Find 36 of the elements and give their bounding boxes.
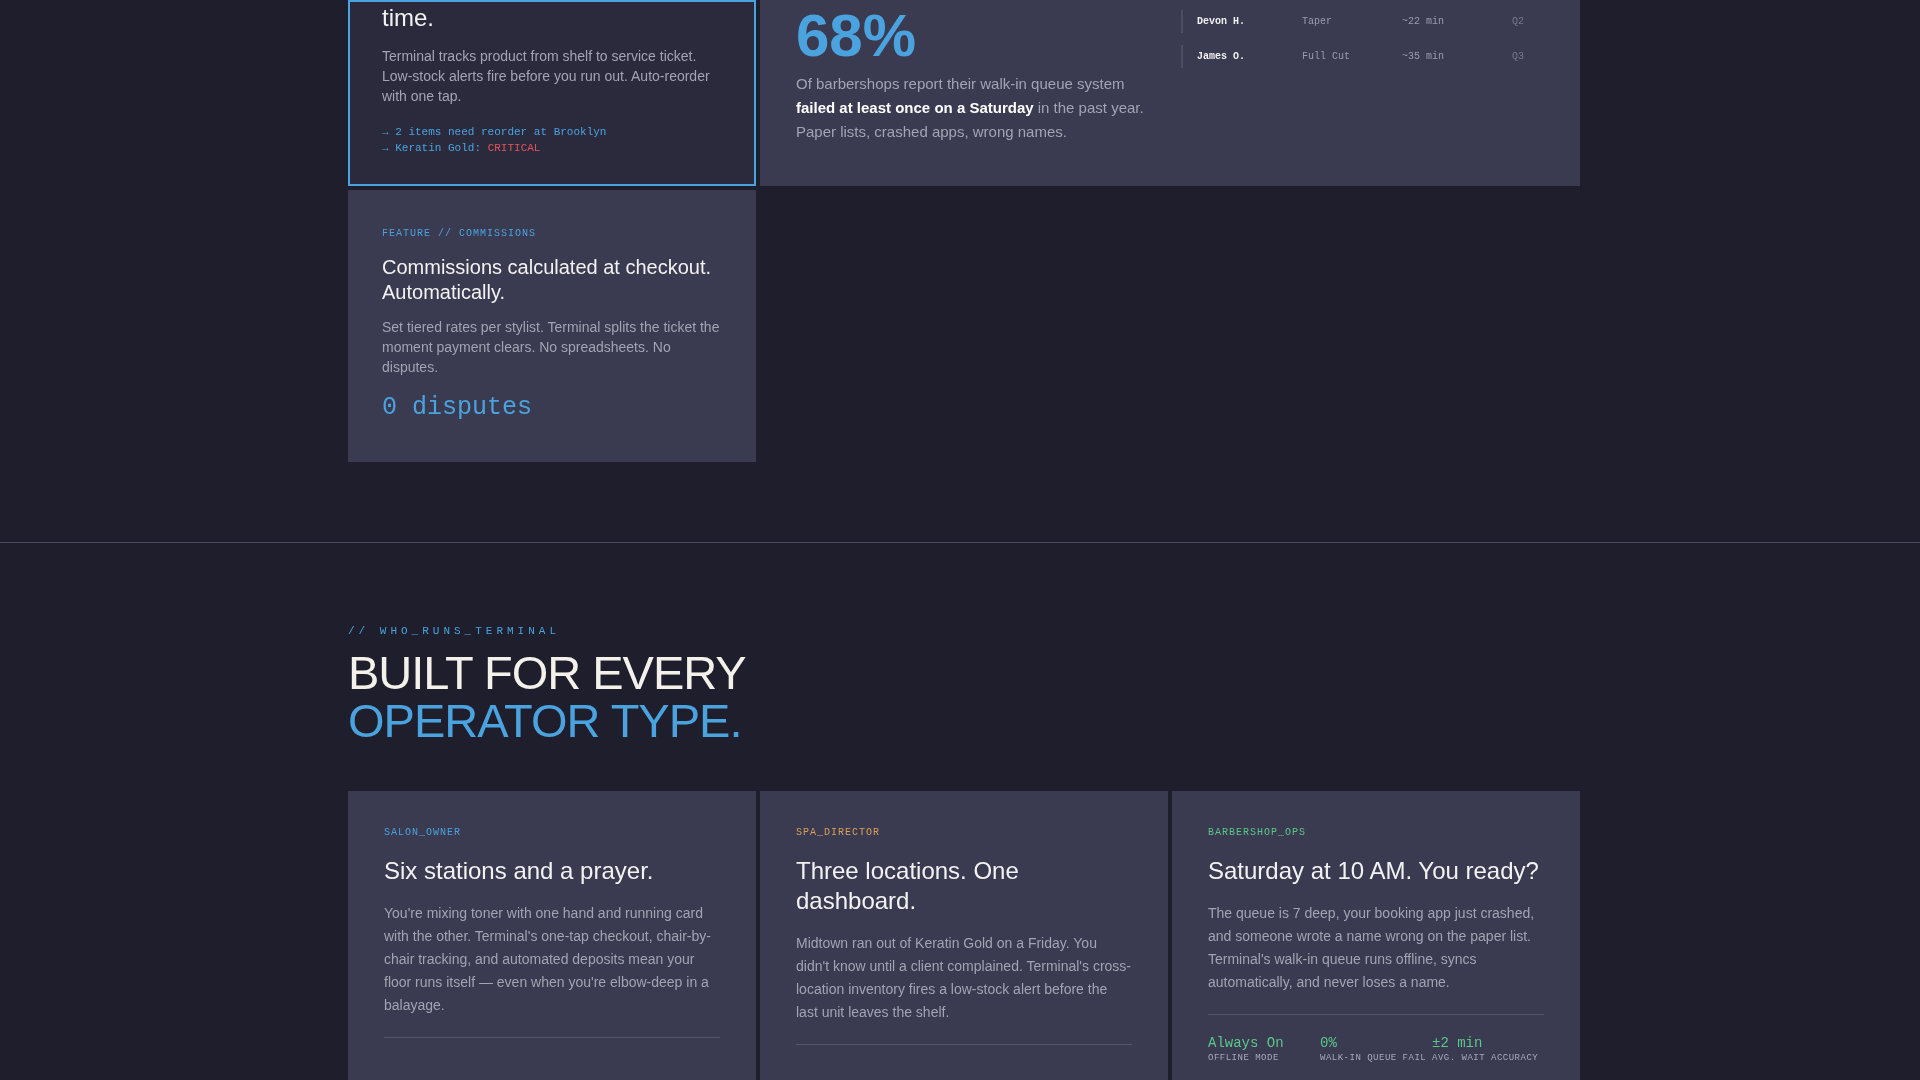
alert-line: → Keratin Gold: CRITICAL	[382, 142, 542, 154]
stat-value: 68%	[796, 4, 918, 68]
customer-name: James O.	[1197, 51, 1246, 62]
wait-time: ~22 min	[1402, 16, 1445, 27]
queue-position: Q2	[1512, 16, 1525, 27]
stat-label: AVG. WAIT ACCURACY	[1432, 1053, 1540, 1063]
section-heading: BUILT FOR EVERY	[348, 649, 747, 697]
stat-label: OFFLINE MODE	[1208, 1053, 1280, 1063]
card-title: Six stations and a prayer.	[384, 856, 655, 886]
service-name: Taper	[1302, 16, 1333, 27]
metric-value: 0 disputes	[382, 393, 534, 422]
operator-label: BARBERSHOP_OPS	[1208, 827, 1307, 838]
card-description: Midtown ran out of Keratin Gold on a Friday. You didn't know until a client complained. Terminal's cross-location inventory fires a low-stock alert before the last unit leaves the shelf.	[796, 934, 1132, 1022]
card-title: time.	[382, 3, 435, 33]
card-description: You're mixing toner with one hand and running card with the other. Terminal's one-tap checkout, chair-by-chair tracking, and automated deposits mean your floor runs itself — even when you're elbow-deep in a balayage.	[384, 904, 712, 1015]
stat-value: ±2 min	[1432, 1035, 1484, 1051]
card-title: Three locations. One dashboard.	[796, 856, 1020, 916]
feature-label: FEATURE // COMMISSIONS	[382, 228, 538, 239]
wait-time: ~35 min	[1402, 51, 1445, 62]
card-description: Terminal tracks product from shelf to service ticket. Low-stock alerts fire before you run out. Auto-reorder with one tap.	[382, 47, 711, 106]
operator-label: SALON_OWNER	[384, 827, 462, 838]
customer-name: Devon H.	[1197, 16, 1246, 27]
card-description: Set tiered rates per stylist. Terminal splits the ticket the moment payment clears. No spreadsheets. No disputes.	[382, 318, 721, 377]
operator-label: SPA_DIRECTOR	[796, 827, 881, 838]
section-eyebrow: // WHO_RUNS_TERMINAL	[348, 625, 562, 637]
card-title: Commissions calculated at checkout. Automatically.	[382, 255, 713, 305]
stat-value: Always On	[1208, 1035, 1285, 1051]
section-heading: OPERATOR TYPE.	[348, 697, 743, 745]
card-description: The queue is 7 deep, your booking app just crashed, and someone wrote a name wrong on the paper list. Terminal's walk-in queue runs offline, syncs automatically, and never loses a name.	[1208, 904, 1536, 992]
alert-line: → 2 items need reorder at Brooklyn	[382, 126, 608, 138]
stat-label: WALK-IN QUEUE FAIL	[1320, 1053, 1428, 1063]
card-title: Saturday at 10 AM. You ready?	[1208, 856, 1540, 886]
service-name: Full Cut	[1302, 51, 1351, 62]
stat-description: Of barbershops report their walk-in queue system failed at least once on a Saturday in the past year. Paper lists, crashed apps, wrong names.	[796, 74, 1145, 142]
queue-position: Q3	[1512, 51, 1525, 62]
stat-value: 0%	[1320, 1035, 1338, 1051]
